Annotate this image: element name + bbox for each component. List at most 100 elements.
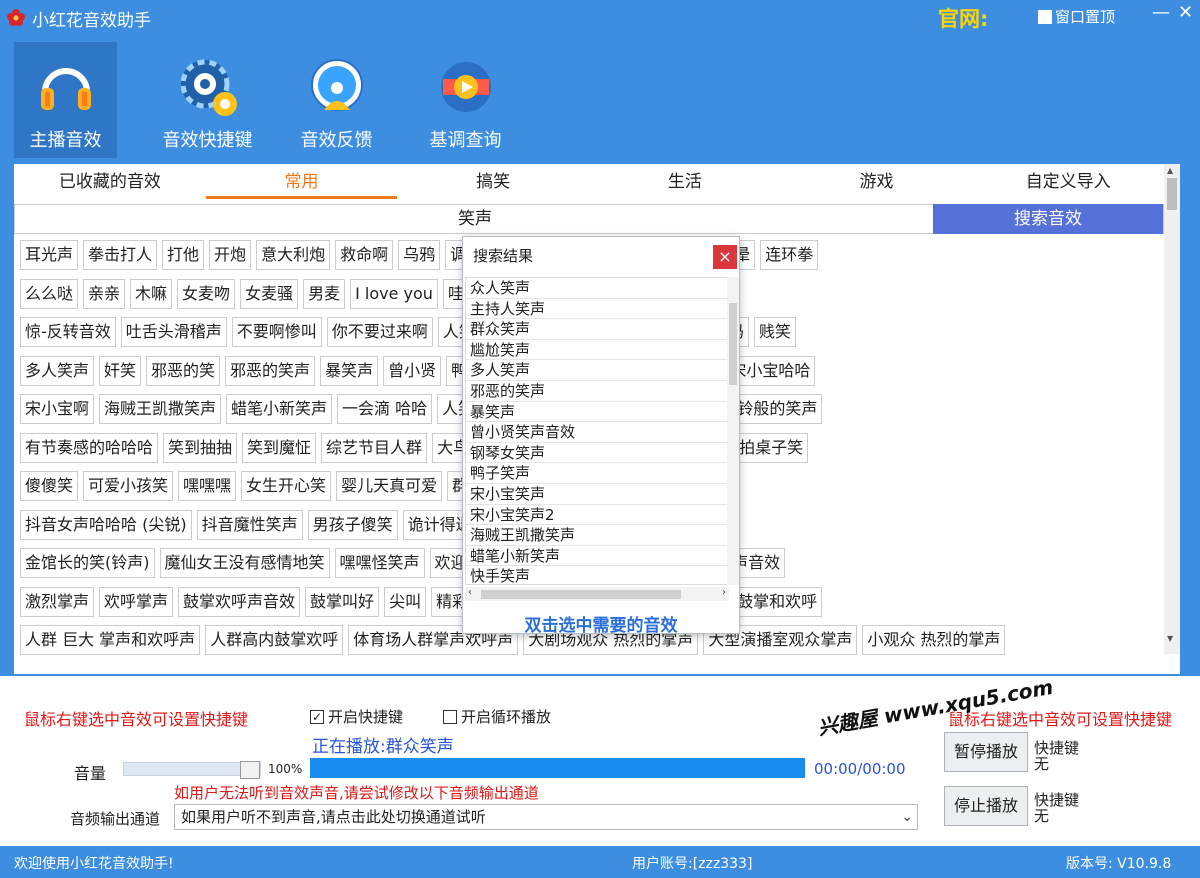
search-result-item[interactable]: 宋小宝笑声2 (466, 505, 728, 526)
sound-button[interactable]: 鼓掌叫好 (305, 586, 380, 617)
sound-button[interactable]: 嘿嘿怪笑声 (334, 548, 425, 578)
minimize-button[interactable]: — (1152, 2, 1170, 23)
scroll-right-icon[interactable]: › (722, 587, 726, 598)
tab-custom-import[interactable]: 自定义导入 (972, 164, 1164, 200)
sound-button[interactable]: 抖音女声哈哈哈 (尖锐) (20, 509, 192, 540)
sound-button[interactable]: 小观众 热烈的掌声 (862, 625, 1006, 655)
sound-button[interactable]: 吐舌头滑稽声 (120, 317, 227, 347)
tab-life[interactable]: 生活 (589, 164, 781, 200)
sound-button[interactable]: 魔仙女王没有感情地笑 (159, 548, 330, 578)
sound-button[interactable]: 海贼王凯撒笑声 (99, 394, 222, 424)
sound-button[interactable]: 宋小宝啊 (20, 394, 95, 424)
sound-button[interactable]: 综艺节目人群 (321, 432, 428, 463)
scroll-up-icon[interactable]: ▲ (1167, 166, 1173, 175)
pin-window-checkbox[interactable] (1038, 9, 1052, 24)
sound-button[interactable]: 耳光声 (20, 240, 79, 270)
volume-slider[interactable] (123, 761, 261, 779)
official-site-link[interactable]: 官网: (938, 3, 988, 33)
output-channel-select[interactable]: 如果用户听不到声音,请点击此处切换通道试听 ⌄ (174, 804, 918, 830)
sound-button[interactable]: 你不要过来啊 (326, 317, 433, 347)
search-result-item[interactable]: 暴笑声 (466, 402, 728, 423)
sound-button[interactable]: 婴儿天真可爱 (336, 471, 443, 501)
search-result-item[interactable]: 多人笑声 (466, 360, 728, 381)
sound-button[interactable]: 惊-反转音效 (20, 317, 116, 347)
chevron-down-icon[interactable]: ⌄ (901, 805, 913, 829)
sound-button[interactable]: 邪恶的笑 (146, 355, 221, 386)
sound-button[interactable]: 一会滴 哈哈 (337, 394, 433, 424)
sound-button[interactable]: 奸笑 (99, 355, 142, 386)
sound-button[interactable]: 救命啊 (335, 240, 394, 270)
search-result-item[interactable]: 尴尬笑声 (466, 340, 728, 361)
tab-games[interactable]: 游戏 (781, 164, 973, 200)
results-scrollbar[interactable] (727, 277, 739, 585)
playback-progress[interactable] (310, 758, 805, 778)
sound-button[interactable]: 女麦骚 (240, 278, 299, 309)
pause-button[interactable]: 暂停播放 (944, 732, 1028, 772)
sound-button[interactable]: 不要啊惨叫 (231, 317, 322, 347)
sound-button[interactable]: 多人笑声 (20, 355, 95, 386)
loop-play-checkbox[interactable] (443, 709, 457, 724)
loop-play-option[interactable]: 开启循环播放 (443, 706, 551, 727)
sound-button[interactable]: 人群高内鼓掌欢呼 (205, 625, 344, 655)
enable-hotkey-option[interactable]: ✓ 开启快捷键 (310, 706, 403, 727)
scroll-down-icon[interactable]: ▼ (1167, 634, 1173, 643)
sound-button[interactable]: 贱笑 (753, 317, 796, 347)
sound-button[interactable]: 激烈掌声 (20, 586, 95, 617)
sound-button[interactable]: 木嘛 (130, 278, 173, 309)
nav-key-lookup[interactable]: 基调查询 (401, 42, 530, 158)
sound-button[interactable]: 笑到魔怔 (242, 432, 317, 463)
enable-hotkey-checkbox[interactable]: ✓ (310, 709, 324, 724)
results-h-scrollbar[interactable]: ‹ › (465, 587, 729, 601)
sound-button[interactable]: 亲亲 (83, 278, 126, 309)
sound-button[interactable]: 傻傻笑 (20, 471, 79, 501)
sound-button[interactable]: 拳击打人 (83, 240, 158, 270)
volume-knob[interactable] (240, 761, 260, 779)
sound-button[interactable]: 金馆长的笑(铃声) (20, 548, 155, 578)
sound-button[interactable]: 暴笑声 (320, 355, 379, 386)
sound-button[interactable]: 女生开心笑 (241, 471, 332, 501)
panel-scrollbar[interactable]: ▲ ▼ (1164, 164, 1180, 654)
sound-button[interactable]: 有节奏感的哈哈哈 (20, 432, 159, 463)
sound-button[interactable]: 连环拳 (760, 240, 819, 270)
sound-button[interactable]: 尖叫 (384, 586, 427, 617)
close-button[interactable]: ✕ (1178, 2, 1193, 23)
search-result-item[interactable]: 群众笑声 (466, 319, 728, 340)
sound-button[interactable]: I love you (350, 278, 438, 309)
results-scroll-thumb[interactable] (729, 303, 737, 385)
sound-button[interactable]: 乌鸦 (398, 240, 441, 270)
nav-anchor-sounds[interactable]: 主播音效 (14, 42, 117, 158)
sound-button[interactable]: 可爱小孩笑 (83, 471, 174, 501)
tab-common[interactable]: 常用 (205, 164, 398, 200)
search-result-item[interactable]: 快手笑声 (466, 566, 728, 584)
subcategory-laughter[interactable]: 笑声 (15, 205, 935, 233)
search-result-item[interactable]: 邪恶的笑声 (466, 381, 728, 402)
sound-button[interactable]: 抖音魔性笑声 (196, 509, 303, 540)
tab-favorites[interactable]: 已收藏的音效 (14, 164, 206, 200)
sound-button[interactable]: 意大利炮 (256, 240, 331, 270)
search-result-item[interactable]: 钢琴女笑声 (466, 443, 728, 464)
search-result-item[interactable]: 主持人笑声 (466, 299, 728, 320)
search-sounds-button[interactable]: 搜索音效 (933, 204, 1163, 234)
sound-button[interactable]: 男麦 (303, 278, 346, 309)
sound-button[interactable]: 欢呼掌声 (99, 586, 174, 617)
sound-button[interactable]: 曾小贤 (383, 355, 442, 386)
pin-window-toggle[interactable]: 窗口置顶 (1038, 6, 1115, 27)
sound-button[interactable]: 打他 (162, 240, 205, 270)
sound-button[interactable]: 蜡笔小新笑声 (226, 394, 333, 424)
search-result-item[interactable]: 鸭子笑声 (466, 463, 728, 484)
search-result-item[interactable]: 曾小贤笑声音效 (466, 422, 728, 443)
search-result-item[interactable]: 蜡笔小新笑声 (466, 546, 728, 567)
tab-funny[interactable]: 搞笑 (397, 164, 589, 200)
sound-button[interactable]: 女麦吻 (177, 278, 236, 309)
results-h-thumb[interactable] (481, 590, 681, 599)
search-result-item[interactable]: 宋小宝笑声 (466, 484, 728, 505)
scroll-left-icon[interactable]: ‹ (468, 587, 472, 598)
nav-sound-feedback[interactable]: 音效反馈 (272, 42, 401, 158)
sound-button[interactable]: 邪恶的笑声 (225, 355, 316, 386)
sound-button[interactable]: 么么哒 (20, 278, 79, 309)
nav-sound-hotkeys[interactable]: 音效快捷键 (143, 42, 272, 158)
sound-button[interactable]: 男孩子傻笑 (307, 509, 398, 540)
sound-button[interactable]: 嘿嘿嘿 (178, 471, 237, 501)
sound-button[interactable]: 笑到抽抽 (163, 432, 238, 463)
sound-button[interactable]: 人群 巨大 掌声和欢呼声 (20, 625, 201, 655)
